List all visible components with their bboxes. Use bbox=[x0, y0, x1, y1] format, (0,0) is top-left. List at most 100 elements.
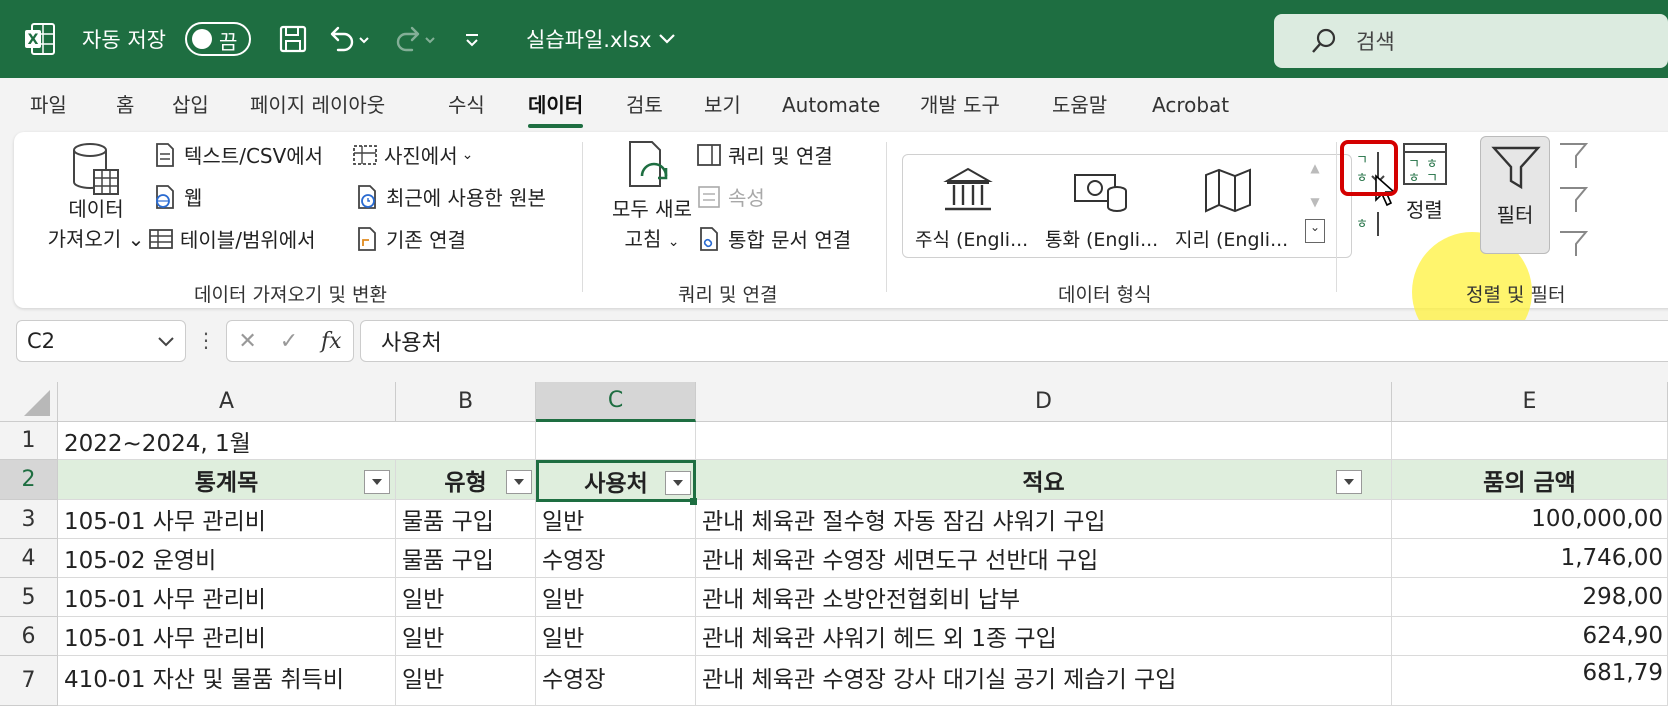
tab-developer[interactable]: 개발 도구 bbox=[920, 90, 1000, 120]
from-web-button[interactable]: 웹 bbox=[152, 182, 202, 211]
chevron-down-icon[interactable] bbox=[157, 331, 175, 351]
tab-page-layout[interactable]: 페이지 레이아웃 bbox=[250, 90, 385, 120]
data-type-currency[interactable]: 통화 (Engli... bbox=[1045, 225, 1158, 252]
column-header-a[interactable]: A bbox=[58, 382, 396, 422]
cell-a7[interactable]: 410-01 자산 및 물품 취득비 bbox=[58, 656, 396, 706]
cell-a5[interactable]: 105-01 사무 관리비 bbox=[58, 578, 396, 617]
tab-data[interactable]: 데이터 bbox=[528, 90, 584, 128]
cell-b4[interactable]: 물품 구입 bbox=[396, 539, 536, 578]
cell-c5[interactable]: 일반 bbox=[536, 578, 696, 617]
sort-ascending-button[interactable] bbox=[1340, 140, 1398, 196]
redo-button[interactable] bbox=[392, 22, 442, 56]
get-data-button[interactable]: 데이터 가져오기 ⌄ bbox=[36, 194, 156, 254]
autosave-toggle[interactable]: 끔 bbox=[185, 22, 251, 56]
cell-d3[interactable]: 관내 체육관 절수형 자동 잠김 샤워기 구입 bbox=[696, 500, 1392, 539]
cell-e6[interactable]: 624,90 bbox=[1392, 617, 1668, 656]
cell-d5[interactable]: 관내 체육관 소방안전협회비 납부 bbox=[696, 578, 1392, 617]
fill-handle[interactable] bbox=[690, 498, 697, 505]
save-button[interactable] bbox=[278, 22, 312, 56]
cell-b3[interactable]: 물품 구입 bbox=[396, 500, 536, 539]
cell-c3[interactable]: 일반 bbox=[536, 500, 696, 539]
refresh-all-button[interactable]: 모두 새로 고침 ⌄ bbox=[592, 194, 712, 257]
data-type-stocks[interactable]: 주식 (Engli... bbox=[915, 225, 1028, 252]
row-header[interactable]: 5 bbox=[0, 578, 58, 617]
row-header[interactable]: 3 bbox=[0, 500, 58, 539]
cell-a6[interactable]: 105-01 사무 관리비 bbox=[58, 617, 396, 656]
customize-qat-icon[interactable] bbox=[462, 24, 486, 54]
properties-button[interactable]: 속성 bbox=[696, 182, 765, 211]
column-header-e[interactable]: E bbox=[1392, 382, 1668, 422]
cell-d4[interactable]: 관내 체육관 수영장 세면도구 선반대 구입 bbox=[696, 539, 1392, 578]
queries-connections-button[interactable]: 쿼리 및 연결 bbox=[696, 140, 833, 169]
filter-dropdown-button[interactable] bbox=[1336, 470, 1362, 494]
cell-a1[interactable]: 2022~2024, 1월 bbox=[58, 422, 396, 460]
cell-c1[interactable] bbox=[536, 422, 696, 460]
from-table-button[interactable]: 테이블/범위에서 bbox=[148, 224, 316, 253]
tab-acrobat[interactable]: Acrobat bbox=[1152, 90, 1229, 120]
cell-e1[interactable] bbox=[1392, 422, 1668, 460]
sort-button[interactable]: 정렬 bbox=[1406, 194, 1443, 223]
formula-input[interactable]: 사용처 bbox=[360, 320, 1668, 362]
filename-dropdown[interactable]: 실습파일.xlsx bbox=[526, 24, 676, 54]
from-text-csv-button[interactable]: 텍스트/CSV에서 bbox=[152, 140, 323, 169]
cell-c6[interactable]: 일반 bbox=[536, 617, 696, 656]
cell-c7[interactable]: 수영장 bbox=[536, 656, 696, 706]
tab-insert[interactable]: 삽입 bbox=[172, 90, 209, 120]
name-box[interactable]: C2 bbox=[16, 320, 186, 362]
cell-d1[interactable] bbox=[696, 422, 1392, 460]
enter-icon[interactable]: ✓ bbox=[280, 329, 298, 354]
tab-help[interactable]: 도움말 bbox=[1052, 90, 1107, 120]
select-all-button[interactable] bbox=[0, 382, 58, 422]
cell-b7[interactable]: 일반 bbox=[396, 656, 536, 706]
row-header[interactable]: 7 bbox=[0, 656, 58, 706]
from-picture-button[interactable]: 사진에서 ⌄ bbox=[352, 140, 473, 169]
row-header[interactable]: 1 bbox=[0, 422, 58, 460]
row-header[interactable]: 4 bbox=[0, 539, 58, 578]
table-header-d[interactable]: 적요 bbox=[696, 460, 1392, 500]
filter-dropdown-button[interactable] bbox=[506, 470, 532, 494]
search-box[interactable]: 검색 bbox=[1274, 14, 1668, 68]
gallery-scroll[interactable]: ▲ ▼ ⌄ bbox=[1305, 157, 1325, 253]
cell-c4[interactable]: 수영장 bbox=[536, 539, 696, 578]
undo-button[interactable] bbox=[326, 22, 376, 56]
tab-file[interactable]: 파일 bbox=[30, 90, 67, 120]
cell-d7[interactable]: 관내 체육관 수영장 강사 대기실 공기 제습기 구입 bbox=[696, 656, 1392, 706]
column-header-b[interactable]: B bbox=[396, 382, 536, 422]
tab-view[interactable]: 보기 bbox=[704, 90, 741, 120]
tab-automate[interactable]: Automate bbox=[782, 90, 880, 120]
tab-home[interactable]: 홈 bbox=[116, 90, 134, 120]
cell-e7[interactable]: 681,79 bbox=[1392, 656, 1668, 706]
column-header-d[interactable]: D bbox=[696, 382, 1392, 422]
tab-formulas[interactable]: 수식 bbox=[448, 90, 485, 120]
cell-a4[interactable]: 105-02 운영비 bbox=[58, 539, 396, 578]
insert-function-button[interactable]: fx bbox=[321, 329, 342, 354]
filter-button[interactable]: 필터 bbox=[1480, 136, 1550, 254]
filter-dropdown-button[interactable] bbox=[665, 471, 691, 495]
column-header-c[interactable]: C bbox=[536, 382, 696, 422]
data-type-geography[interactable]: 지리 (Engli... bbox=[1175, 225, 1288, 252]
cell-e5[interactable]: 298,00 bbox=[1392, 578, 1668, 617]
filter-options-icon[interactable] bbox=[1558, 140, 1588, 260]
cell-b5[interactable]: 일반 bbox=[396, 578, 536, 617]
cell-b1[interactable] bbox=[396, 422, 536, 460]
table-header-e[interactable]: 품의 금액 bbox=[1392, 460, 1668, 500]
table-header-a[interactable]: 통계목 bbox=[58, 460, 396, 500]
scroll-down-icon[interactable]: ▼ bbox=[1305, 195, 1325, 209]
tab-review[interactable]: 검토 bbox=[626, 90, 663, 120]
recent-sources-button[interactable]: 최근에 사용한 원본 bbox=[354, 182, 546, 211]
cancel-icon[interactable]: ✕ bbox=[238, 329, 256, 354]
cell-e3[interactable]: 100,000,00 bbox=[1392, 500, 1668, 539]
filter-dropdown-button[interactable] bbox=[364, 470, 390, 494]
table-header-b[interactable]: 유형 bbox=[396, 460, 536, 500]
cell-e4[interactable]: 1,746,00 bbox=[1392, 539, 1668, 578]
row-header[interactable]: 2 bbox=[0, 460, 58, 500]
cell-a3[interactable]: 105-01 사무 관리비 bbox=[58, 500, 396, 539]
more-options-icon[interactable]: ⋮ bbox=[196, 328, 216, 352]
table-header-c[interactable]: 사용처 bbox=[536, 460, 696, 502]
gallery-more-icon[interactable]: ⌄ bbox=[1305, 219, 1325, 243]
edit-links-button[interactable]: 통합 문서 연결 bbox=[696, 224, 851, 253]
scroll-up-icon[interactable]: ▲ bbox=[1305, 161, 1325, 175]
existing-connections-button[interactable]: 기존 연결 bbox=[354, 224, 466, 253]
data-types-gallery[interactable]: 주식 (Engli... 통화 (Engli... 지리 (Engli... ▲… bbox=[902, 154, 1352, 258]
row-header[interactable]: 6 bbox=[0, 617, 58, 656]
